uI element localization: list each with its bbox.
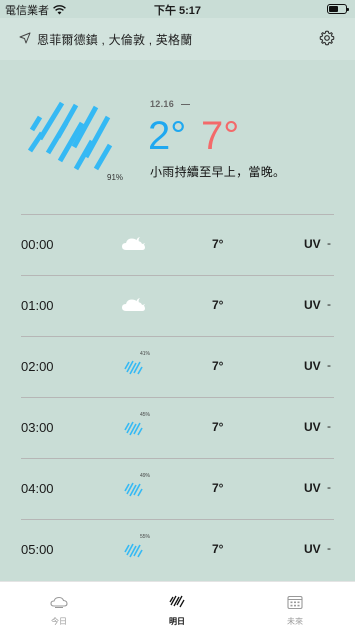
uv-label: UV [304,481,321,495]
uv-label: UV [304,298,321,312]
row-divider [21,397,334,398]
cloud-tab-icon [50,596,68,608]
uv-value: - [327,541,331,555]
uv-value: - [327,297,331,311]
hour-row: 05:00 55% 7° UV - [0,519,355,580]
row-divider [21,275,334,276]
uv-label: UV [304,359,321,373]
hour-precip: 45% [140,412,151,418]
hour-time: 05:00 [21,542,54,557]
hour-row: 03:00 45% 7° UV - [0,397,355,458]
hour-precip: 49% [140,473,151,479]
row-divider [21,458,334,459]
hour-time: 03:00 [21,420,54,435]
hour-time: 02:00 [21,359,54,374]
location-name[interactable]: 恩菲爾德鎮 , 大倫敦 , 英格蘭 [37,31,192,48]
hour-temp: 7° [212,542,224,556]
date-dash [181,104,190,105]
uv-value: - [327,236,331,250]
tab-today[interactable]: 今日 [0,582,118,631]
cloud-night-icon [122,237,145,250]
status-time: 下午 5:17 [153,5,202,17]
temp-min: 2° [148,114,187,158]
hour-row: 01:00 7° UV - [0,275,355,336]
row-divider [21,336,334,337]
status-bar: 電信業者 下午 5:17 [0,0,355,18]
forecast-description: 小雨持續至早上，當晚。 [150,165,286,179]
calendar-icon [287,595,303,610]
tab-label: 今日 [51,617,67,626]
hour-time: 00:00 [21,237,54,252]
uv-value: - [327,358,331,372]
tab-future[interactable]: 未來 [236,582,354,631]
tab-bar: 今日 明日 未來 [0,581,355,631]
hour-temp: 7° [212,359,224,373]
cloud-night-icon [122,298,145,311]
precip-percent: 91% [107,173,124,182]
hour-precip: 55% [140,534,151,540]
hour-temp: 7° [212,237,224,251]
row-divider [21,519,334,520]
forecast-date: 12.16 [150,99,175,109]
hour-time: 04:00 [21,481,54,496]
hour-temp: 7° [212,420,224,434]
uv-label: UV [304,237,321,251]
uv-label: UV [304,542,321,556]
hour-time: 01:00 [21,298,54,313]
tab-tomorrow[interactable]: 明日 [118,582,236,631]
hour-row: 00:00 7° UV - [0,214,355,275]
battery-icon [327,4,349,14]
tab-label: 未來 [287,617,303,626]
hour-temp: 7° [212,481,224,495]
uv-value: - [327,480,331,494]
tab-label: 明日 [169,617,185,626]
hour-row: 02:00 41% 7° UV - [0,336,355,397]
row-divider [21,214,334,215]
uv-value: - [327,419,331,433]
location-bar[interactable]: 恩菲爾德鎮 , 大倫敦 , 英格蘭 [0,18,355,60]
gear-icon[interactable] [319,30,335,46]
location-arrow-icon [19,32,31,44]
hour-temp: 7° [212,298,224,312]
temp-max: 7° [201,114,240,158]
uv-label: UV [304,420,321,434]
rain-tab-icon [169,595,185,608]
rain-heavy-icon [27,101,113,171]
hour-precip: 41% [140,351,151,357]
hour-row: 04:00 49% 7° UV - [0,458,355,519]
